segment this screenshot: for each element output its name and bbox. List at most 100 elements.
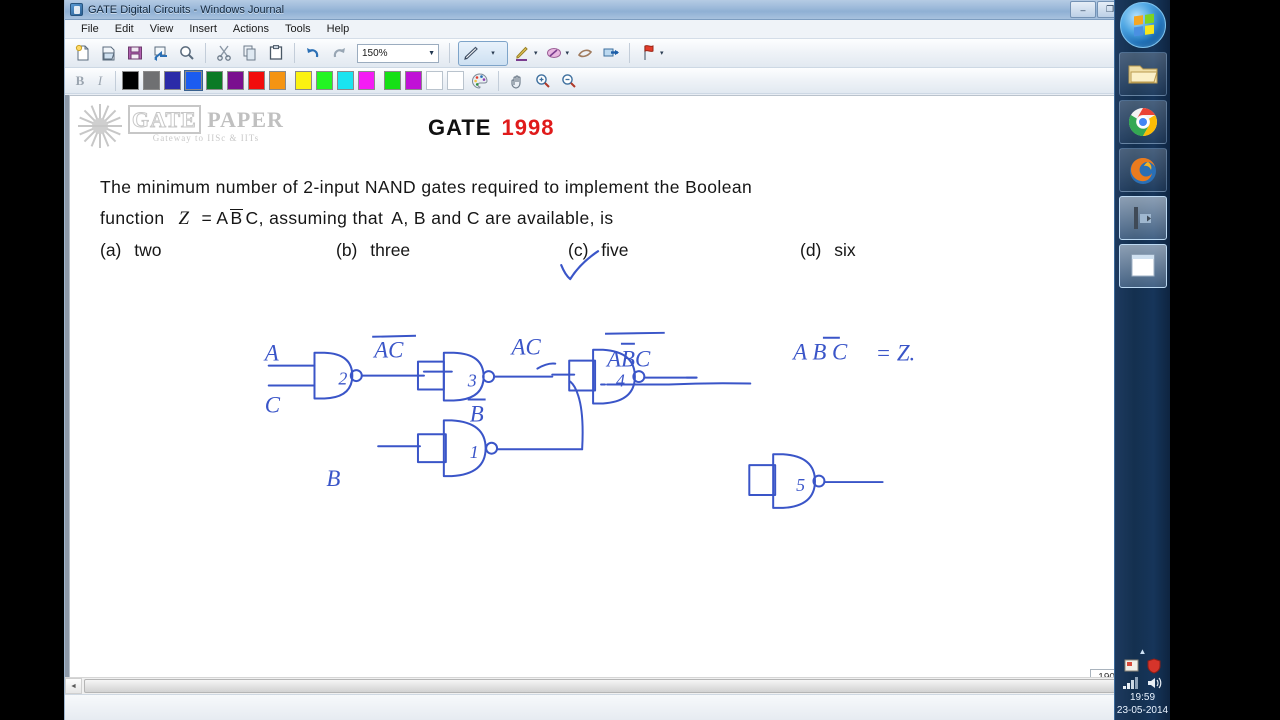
start-orb[interactable] bbox=[1119, 2, 1166, 48]
undo-button[interactable] bbox=[301, 42, 325, 65]
gate-3-bubble bbox=[482, 370, 496, 384]
color-swatch-cyan[interactable] bbox=[337, 71, 354, 90]
watermark-gate: GATE bbox=[128, 105, 201, 134]
color-swatch-orange[interactable] bbox=[269, 71, 286, 90]
clock-time[interactable]: 19:59 bbox=[1130, 692, 1155, 703]
taskbar-item-file-explorer[interactable] bbox=[1118, 52, 1167, 96]
color-swatch-violet[interactable] bbox=[405, 71, 422, 90]
redo-button[interactable] bbox=[327, 42, 351, 65]
eraser-tool-button[interactable] bbox=[573, 42, 597, 65]
menu-view[interactable]: View bbox=[142, 21, 182, 37]
menu-actions[interactable]: Actions bbox=[225, 21, 277, 37]
scroll-left-button[interactable]: ◄ bbox=[65, 678, 82, 694]
ink-net-b-bar: B bbox=[470, 401, 484, 426]
pen-color-dropdown-icon[interactable]: ▾ bbox=[534, 49, 538, 57]
taskbar-item-media[interactable] bbox=[1118, 196, 1167, 240]
italic-button[interactable]: I bbox=[91, 71, 109, 91]
flag-tool-button[interactable] bbox=[636, 42, 660, 65]
security-icon[interactable] bbox=[1146, 658, 1162, 674]
save-button[interactable] bbox=[123, 42, 147, 65]
main-toolbar: 150% ▼ ▾ ▾ ▾ ▾ bbox=[65, 39, 1170, 68]
gate-3-input-tie bbox=[416, 360, 445, 391]
gate-4-input-tie bbox=[568, 359, 597, 392]
option-b[interactable]: (b) three bbox=[336, 240, 410, 261]
journal-page[interactable]: GATE PAPER Gateway to IISc & IITs GATE 19… bbox=[69, 95, 1152, 694]
question-line-1: The minimum number of 2-input NAND gates… bbox=[100, 177, 753, 197]
option-c[interactable]: (c) five bbox=[568, 240, 629, 261]
menu-tools[interactable]: Tools bbox=[277, 21, 319, 37]
show-hidden-icons-button[interactable]: ▲ bbox=[1139, 647, 1147, 656]
flag-dropdown-icon[interactable]: ▾ bbox=[660, 49, 664, 57]
clock-date[interactable]: 23-05-2014 bbox=[1117, 705, 1168, 716]
network-signal-icon[interactable] bbox=[1122, 676, 1140, 690]
volume-icon[interactable] bbox=[1146, 676, 1164, 690]
color-swatch-yellow[interactable] bbox=[295, 71, 312, 90]
color-swatch-gray[interactable] bbox=[143, 71, 160, 90]
chevron-down-icon: ▼ bbox=[428, 49, 435, 57]
gate-paper-watermark: GATE PAPER Gateway to IISc & IITs bbox=[78, 104, 284, 148]
color-swatch-black[interactable] bbox=[122, 71, 139, 90]
bold-button[interactable]: B bbox=[71, 71, 89, 91]
color-swatch-blue[interactable] bbox=[184, 70, 203, 91]
color-swatch-bright-green[interactable] bbox=[384, 71, 401, 90]
variable-z: Z bbox=[178, 208, 190, 229]
ink-gate-2-number: 2 bbox=[338, 369, 347, 389]
gate-1-bubble bbox=[485, 441, 499, 455]
toolbar-separator-4 bbox=[629, 43, 631, 63]
paste-button[interactable] bbox=[264, 42, 288, 65]
minimize-button[interactable]: – bbox=[1070, 1, 1096, 18]
send-button[interactable] bbox=[149, 42, 173, 65]
toolbar-separator-1 bbox=[205, 43, 206, 63]
open-button[interactable] bbox=[97, 42, 121, 65]
pan-hand-button[interactable] bbox=[505, 69, 529, 92]
title-bar[interactable]: GATE Digital Circuits - Windows Journal … bbox=[65, 0, 1170, 20]
color-swatch-white-2[interactable] bbox=[447, 71, 464, 90]
color-swatch-magenta[interactable] bbox=[358, 71, 375, 90]
color-swatch-green[interactable] bbox=[206, 71, 223, 90]
format-toolbar: B I bbox=[65, 68, 1170, 94]
lasso-select-button[interactable] bbox=[599, 42, 623, 65]
color-swatch-white-1[interactable] bbox=[426, 71, 443, 90]
highlighter-dropdown-icon[interactable]: ▾ bbox=[566, 49, 570, 57]
taskbar-item-chrome[interactable] bbox=[1118, 100, 1167, 144]
more-colors-button[interactable] bbox=[468, 69, 492, 92]
option-c-key: (c) bbox=[568, 240, 589, 260]
color-swatch-purple[interactable] bbox=[227, 71, 244, 90]
color-swatch-red[interactable] bbox=[248, 71, 265, 90]
cut-button[interactable] bbox=[212, 42, 236, 65]
page-title: GATE 1998 bbox=[428, 115, 554, 141]
option-a[interactable]: (a) two bbox=[100, 240, 162, 261]
journal-icon bbox=[70, 3, 83, 16]
taskbar-item-firefox[interactable] bbox=[1118, 148, 1167, 192]
zoom-level-combobox[interactable]: 150% ▼ bbox=[357, 43, 439, 63]
pen-tool-button[interactable] bbox=[459, 42, 483, 65]
option-d[interactable]: (d) six bbox=[800, 240, 856, 261]
menu-file[interactable]: File bbox=[73, 21, 107, 37]
gate-2-body bbox=[313, 351, 354, 400]
menu-help[interactable]: Help bbox=[319, 21, 358, 37]
option-d-text: six bbox=[834, 240, 856, 260]
gate-5-input-tie bbox=[748, 464, 777, 496]
horizontal-scroll-thumb[interactable] bbox=[84, 679, 1134, 693]
pen-options-button[interactable]: ▾ bbox=[483, 42, 507, 65]
color-swatch-dark-blue[interactable] bbox=[164, 71, 181, 90]
menu-insert[interactable]: Insert bbox=[181, 21, 225, 37]
question-line2-eq: = A bbox=[201, 208, 229, 228]
question-line2-pre: function bbox=[100, 208, 165, 228]
zoom-out-button[interactable] bbox=[557, 69, 581, 92]
copy-button[interactable] bbox=[238, 42, 262, 65]
wire-g3-into-g4-upper bbox=[536, 362, 557, 370]
letterbox-right bbox=[1170, 0, 1280, 720]
menu-edit[interactable]: Edit bbox=[107, 21, 142, 37]
taskbar-item-journal[interactable] bbox=[1118, 244, 1167, 288]
question-line2-c: C, assuming that bbox=[245, 208, 384, 228]
highlighter-tool-button[interactable] bbox=[542, 42, 566, 65]
new-note-button[interactable] bbox=[71, 42, 95, 65]
zoom-in-button[interactable] bbox=[531, 69, 555, 92]
pen-color-preview-button[interactable] bbox=[510, 42, 534, 65]
find-button[interactable] bbox=[175, 42, 199, 65]
action-center-icon[interactable] bbox=[1124, 658, 1140, 674]
color-swatch-lime[interactable] bbox=[316, 71, 333, 90]
gate-4-body bbox=[592, 348, 636, 405]
horizontal-scrollbar[interactable]: ◄ ► bbox=[65, 677, 1153, 694]
